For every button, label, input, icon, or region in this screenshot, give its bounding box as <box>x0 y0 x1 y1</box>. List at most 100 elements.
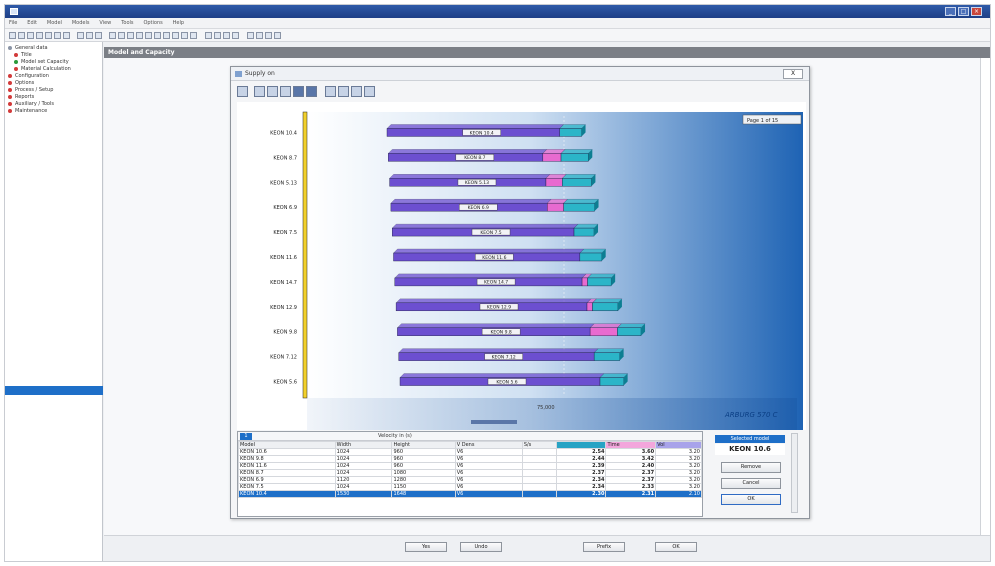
table-cell <box>521 490 557 498</box>
tree-item-process[interactable]: Process / Setup <box>8 87 53 93</box>
menu-edit[interactable]: Edit <box>23 18 41 28</box>
sort-icon[interactable] <box>154 32 161 39</box>
bar-segment-top <box>399 373 605 378</box>
find-icon[interactable] <box>127 32 134 39</box>
refresh-icon[interactable] <box>265 32 272 39</box>
panel-scrollbar[interactable] <box>791 433 798 513</box>
table-row[interactable]: KEON 10.6 1024 960 V6 2.54 3.60 3.20 <box>238 448 702 456</box>
bar-segment <box>542 153 562 162</box>
import-icon[interactable] <box>63 32 70 39</box>
table-cell: 3.42 <box>605 455 657 463</box>
save-chart-icon[interactable] <box>364 86 375 97</box>
redo-icon[interactable] <box>118 32 125 39</box>
new-icon[interactable] <box>9 32 16 39</box>
delete-icon[interactable] <box>256 32 263 39</box>
export-icon[interactable] <box>54 32 61 39</box>
tree-item-maintenance[interactable]: Maintenance <box>8 108 47 114</box>
status-dot-icon <box>8 87 12 92</box>
tree-item-auxiliary[interactable]: Auxiliary / Tools <box>8 101 54 107</box>
tree-item-capacity[interactable]: Model set Capacity <box>14 59 69 65</box>
right-scroll-strip[interactable] <box>980 58 990 535</box>
pointer-icon[interactable] <box>237 86 248 97</box>
undo-icon[interactable] <box>109 32 116 39</box>
dialog-close-button[interactable]: X <box>783 69 803 79</box>
grid-caption: Velocity in (s) <box>378 433 412 439</box>
next-icon[interactable] <box>223 32 230 39</box>
tree-item-reports[interactable]: Reports <box>8 94 34 100</box>
previous-icon[interactable] <box>214 32 221 39</box>
menu-tools[interactable]: Tools <box>117 18 137 28</box>
table-cell: 3.20 <box>655 455 702 463</box>
column-header[interactable] <box>555 441 607 449</box>
column-header[interactable]: Time <box>605 441 657 449</box>
preview-icon[interactable] <box>45 32 52 39</box>
menu-help[interactable]: Help <box>169 18 188 28</box>
legend-box[interactable]: Page 1 of 15 <box>742 114 802 125</box>
table-cell: 2.34 <box>555 476 607 484</box>
save-icon[interactable] <box>27 32 34 39</box>
grid-tab[interactable]: 1 <box>240 433 252 440</box>
undo-button[interactable]: Undo <box>460 542 502 552</box>
tree-item-configuration[interactable]: Configuration <box>8 73 49 79</box>
export-chart-icon[interactable] <box>351 86 362 97</box>
prefix-button[interactable]: Prefix <box>583 542 625 552</box>
menu-model[interactable]: Model <box>43 18 66 28</box>
table-row[interactable]: KEON 7.5 1024 1150 V6 2.34 2.33 3.20 <box>238 483 702 491</box>
table-row[interactable]: KEON 10.4 1530 1648 V6 2.30 2.31 2.10 <box>238 490 702 498</box>
menu-options[interactable]: Options <box>139 18 166 28</box>
help-icon[interactable] <box>274 32 281 39</box>
tree-item-title[interactable]: Title <box>14 52 32 58</box>
print-icon[interactable] <box>36 32 43 39</box>
add-icon[interactable] <box>247 32 254 39</box>
yes-button[interactable]: Yes <box>405 542 447 552</box>
tree-item-options[interactable]: Options <box>8 80 34 86</box>
ok-button[interactable]: OK <box>721 494 781 505</box>
tree-item-label: General data <box>15 45 48 51</box>
column-header[interactable]: Vol <box>655 441 702 449</box>
column-header[interactable]: Width <box>334 441 393 449</box>
watermark: ARBURG 570 C <box>724 411 778 419</box>
column-header[interactable]: S/s <box>521 441 557 449</box>
last-icon[interactable] <box>232 32 239 39</box>
bar-segment <box>586 302 593 312</box>
table-icon[interactable] <box>172 32 179 39</box>
copy-chart-icon[interactable] <box>325 86 336 97</box>
table-cell: 960 <box>391 462 456 470</box>
open-icon[interactable] <box>18 32 25 39</box>
cut-icon[interactable] <box>77 32 84 39</box>
cancel-button[interactable]: Cancel <box>721 478 781 489</box>
zoom-icon[interactable] <box>136 32 143 39</box>
table-row[interactable]: KEON 9.8 1024 960 V6 2.44 3.42 3.20 <box>238 455 702 463</box>
settings-icon[interactable] <box>181 32 188 39</box>
bottom-ok-button[interactable]: OK <box>655 542 697 552</box>
minimize-icon[interactable]: _ <box>945 7 956 16</box>
table-row[interactable]: KEON 6.9 1120 1280 V6 2.34 2.37 3.20 <box>238 476 702 484</box>
print-chart-icon[interactable] <box>338 86 349 97</box>
table-row[interactable]: KEON 11.6 1024 960 V6 2.39 2.40 3.20 <box>238 462 702 470</box>
zoom-icon[interactable] <box>280 86 291 97</box>
rotate-icon[interactable] <box>254 86 265 97</box>
3d-view-icon[interactable] <box>293 86 304 97</box>
column-header[interactable]: Model <box>238 441 336 449</box>
close-icon[interactable]: × <box>971 7 982 16</box>
menu-view[interactable]: View <box>95 18 115 28</box>
filter-icon[interactable] <box>145 32 152 39</box>
move-icon[interactable] <box>267 86 278 97</box>
calculator-icon[interactable] <box>190 32 197 39</box>
paste-icon[interactable] <box>95 32 102 39</box>
chart-icon[interactable] <box>163 32 170 39</box>
status-dot-icon <box>8 108 12 113</box>
2d-view-icon[interactable] <box>306 86 317 97</box>
first-icon[interactable] <box>205 32 212 39</box>
menu-file[interactable]: File <box>5 18 21 28</box>
tree-item-general[interactable]: General data <box>8 45 48 51</box>
tree-item-material[interactable]: Material Calculation <box>14 66 71 72</box>
column-header[interactable]: Height <box>391 441 456 449</box>
bar-segment <box>587 277 612 287</box>
copy-icon[interactable] <box>86 32 93 39</box>
column-header[interactable]: V Dens <box>454 441 523 449</box>
menu-models[interactable]: Models <box>68 18 94 28</box>
remove-button[interactable]: Remove <box>721 462 781 473</box>
table-row[interactable]: KEON 8.7 1024 1080 V6 2.37 2.37 3.20 <box>238 469 702 477</box>
maximize-icon[interactable]: □ <box>958 7 969 16</box>
